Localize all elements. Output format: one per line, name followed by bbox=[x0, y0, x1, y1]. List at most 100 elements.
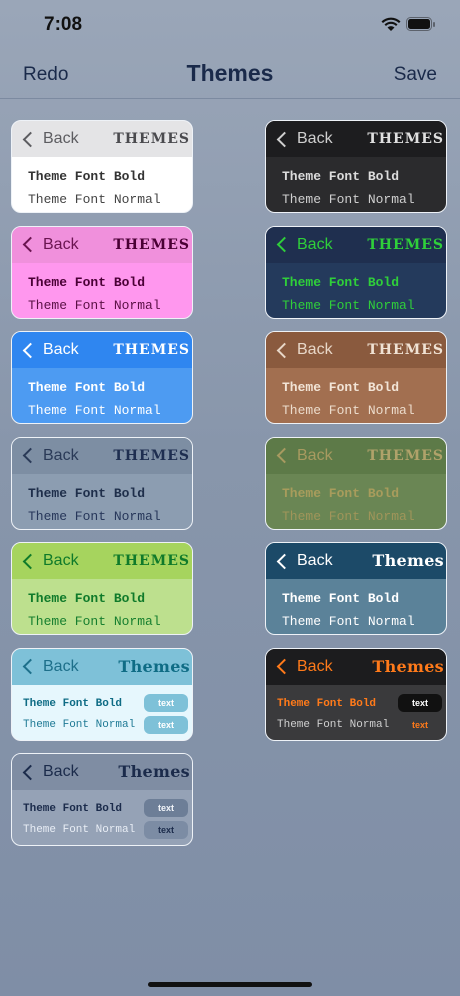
chevron-left-icon bbox=[22, 131, 39, 147]
theme-card-body: Theme Font Bold Theme Font Normal bbox=[12, 263, 192, 318]
back-label: Back bbox=[297, 552, 333, 569]
theme-card-body: Theme Font Bold Theme Font Normal text text bbox=[12, 685, 192, 740]
theme-card-header: Back THEMES bbox=[266, 332, 446, 368]
theme-card-teal-dark[interactable]: Back Themes Theme Font Bold Theme Font Norm… bbox=[265, 542, 447, 635]
theme-card-header: Back Themes bbox=[12, 754, 192, 790]
normal-sample-text: Theme Font Normal bbox=[28, 297, 161, 313]
bold-sample-text: Theme Font Bold bbox=[28, 591, 146, 606]
bold-sample-text: Theme Font Bold bbox=[28, 485, 146, 501]
back-button[interactable]: Back bbox=[22, 763, 79, 781]
back-button[interactable]: Back bbox=[276, 658, 333, 676]
theme-card-body: Theme Font Bold Theme Font Normal bbox=[12, 474, 192, 529]
theme-card-header: Back THEMES bbox=[12, 543, 192, 579]
theme-card-pink[interactable]: Back THEMES Theme Font Bold Theme Font Norm… bbox=[11, 225, 193, 319]
chevron-left-icon bbox=[22, 658, 39, 675]
bold-sample-text: Theme Font Bold bbox=[282, 591, 400, 606]
chevron-left-icon bbox=[276, 447, 293, 464]
theme-card-gray-navy[interactable]: Back Themes Theme Font Bold Theme Font Norm… bbox=[11, 753, 193, 846]
back-button[interactable]: Back bbox=[22, 447, 79, 465]
normal-sample-text: Theme Font Normal bbox=[282, 508, 415, 524]
theme-card-blue[interactable]: Back THEMES Theme Font Bold Theme Font Norm… bbox=[11, 331, 193, 424]
theme-card-header: Back THEMES bbox=[12, 437, 192, 474]
theme-card-dark[interactable]: Back THEMES Theme Font Bold Theme Font Norm… bbox=[265, 120, 447, 213]
theme-card-cyan[interactable]: Back Themes Theme Font Bold Theme Font Norm… bbox=[11, 647, 193, 741]
text-pill: text bbox=[144, 693, 188, 712]
theme-card-title: THEMES bbox=[367, 342, 444, 358]
back-button[interactable]: Back bbox=[22, 552, 79, 570]
back-button[interactable]: Back bbox=[22, 658, 79, 676]
theme-card-body: Theme Font Bold Theme Font Normal bbox=[266, 263, 446, 318]
chevron-left-icon bbox=[22, 447, 39, 464]
theme-card-body: Theme Font Bold Theme Font Normal bbox=[12, 368, 192, 423]
chevron-left-icon bbox=[22, 236, 39, 253]
bold-sample-text: Theme Font Bold bbox=[28, 380, 146, 395]
theme-card-title: THEMES bbox=[113, 342, 190, 358]
theme-card-header: Back Themes bbox=[12, 648, 192, 685]
back-button[interactable]: Back bbox=[276, 236, 333, 254]
text-pill: text bbox=[144, 715, 188, 734]
home-indicator bbox=[148, 982, 312, 987]
theme-card-title: THEMES bbox=[367, 236, 444, 253]
text-pill: text bbox=[398, 693, 442, 712]
theme-card-title: Themes bbox=[118, 762, 190, 781]
theme-card-light[interactable]: Back THEMES Theme Font Bold Theme Font Norm… bbox=[11, 120, 193, 213]
battery-icon bbox=[406, 17, 435, 31]
back-button[interactable]: Back bbox=[22, 341, 79, 359]
bold-sample-text: Theme Font Bold bbox=[277, 697, 377, 710]
theme-card-body: Theme Font Bold Theme Font Normal bbox=[266, 474, 446, 529]
chevron-left-icon bbox=[22, 553, 39, 569]
bold-sample-text: Theme Font Bold bbox=[23, 803, 123, 815]
normal-sample-text: Theme Font Normal bbox=[282, 614, 415, 629]
navigation-bar: Redo Themes Save bbox=[0, 50, 460, 99]
theme-card-title: THEMES bbox=[367, 447, 444, 464]
theme-card-body: Theme Font Bold Theme Font Normal bbox=[266, 579, 446, 634]
theme-card-body: Theme Font Bold Theme Font Normal bbox=[266, 368, 446, 423]
theme-card-title: THEMES bbox=[113, 236, 190, 253]
normal-sample-text: Theme Font Normal bbox=[282, 297, 415, 313]
chevron-left-icon bbox=[276, 131, 293, 147]
text-pill: text bbox=[411, 719, 428, 730]
back-button[interactable]: Back bbox=[22, 236, 79, 254]
theme-card-olive[interactable]: Back THEMES Theme Font Bold Theme Font Norm… bbox=[265, 436, 447, 530]
normal-sample-text: Theme Font Normal bbox=[28, 192, 161, 207]
back-button[interactable]: Back bbox=[276, 447, 333, 465]
status-time: 7:08 bbox=[44, 14, 83, 35]
bold-sample-text: Theme Font Bold bbox=[282, 274, 400, 290]
theme-card-body: Theme Font Bold Theme Font Normal text text bbox=[266, 685, 446, 740]
theme-card-title: Themes bbox=[118, 656, 190, 676]
page-title: Themes bbox=[186, 60, 274, 86]
theme-card-title: THEMES bbox=[113, 553, 190, 569]
back-label: Back bbox=[297, 446, 333, 464]
text-pill: text bbox=[144, 821, 188, 839]
back-button[interactable]: Back bbox=[276, 552, 333, 570]
theme-card-header: Back Themes bbox=[266, 648, 446, 685]
theme-card-title: THEMES bbox=[113, 447, 190, 464]
theme-card-title: THEMES bbox=[113, 131, 190, 147]
theme-card-header: Back THEMES bbox=[266, 226, 446, 263]
theme-card-lime[interactable]: Back THEMES Theme Font Bold Theme Font Norm… bbox=[11, 542, 193, 635]
normal-sample-text: Theme Font Normal bbox=[28, 508, 161, 524]
theme-card-black-orange[interactable]: Back Themes Theme Font Bold Theme Font Norm… bbox=[265, 647, 447, 741]
theme-card-slate[interactable]: Back THEMES Theme Font Bold Theme Font Norm… bbox=[11, 436, 193, 530]
normal-sample-text: Theme Font Normal bbox=[23, 718, 136, 731]
bold-sample-text: Theme Font Bold bbox=[282, 169, 400, 184]
save-button[interactable]: Save bbox=[394, 64, 437, 86]
back-label: Back bbox=[43, 446, 79, 464]
back-label: Back bbox=[297, 130, 333, 147]
back-button[interactable]: Back bbox=[22, 130, 79, 148]
back-button[interactable]: Back bbox=[276, 130, 333, 148]
chevron-left-icon bbox=[276, 553, 293, 569]
bold-sample-text: Theme Font Bold bbox=[28, 169, 146, 184]
theme-card-body: Theme Font Bold Theme Font Normal bbox=[12, 157, 192, 212]
theme-card-brown[interactable]: Back THEMES Theme Font Bold Theme Font Norm… bbox=[265, 331, 447, 424]
theme-card-header: Back THEMES bbox=[266, 121, 446, 157]
back-label: Back bbox=[297, 657, 333, 675]
bold-sample-text: Theme Font Bold bbox=[23, 697, 123, 710]
chevron-left-icon bbox=[22, 342, 39, 358]
back-label: Back bbox=[297, 341, 333, 358]
back-label: Back bbox=[43, 657, 79, 675]
theme-card-body: Theme Font Bold Theme Font Normal text text bbox=[12, 790, 192, 845]
theme-card-navy-green[interactable]: Back THEMES Theme Font Bold Theme Font Norm… bbox=[265, 225, 447, 319]
back-button[interactable]: Back bbox=[276, 341, 333, 359]
back-label: Back bbox=[43, 235, 79, 253]
